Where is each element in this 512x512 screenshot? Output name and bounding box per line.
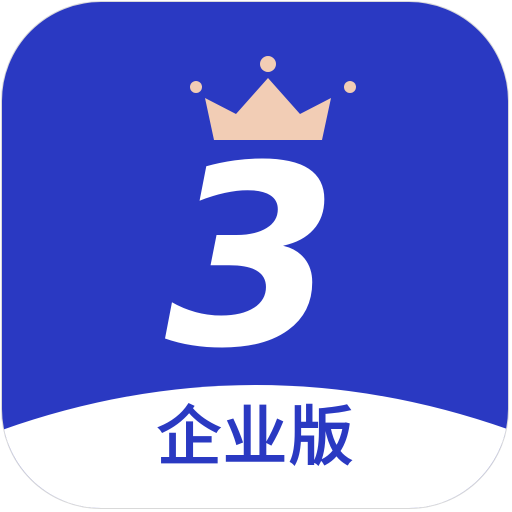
numeral-three: 3: [165, 112, 339, 403]
app-icon[interactable]: 3 企业版: [1, 1, 509, 509]
edition-label: 企业版: [157, 401, 355, 475]
